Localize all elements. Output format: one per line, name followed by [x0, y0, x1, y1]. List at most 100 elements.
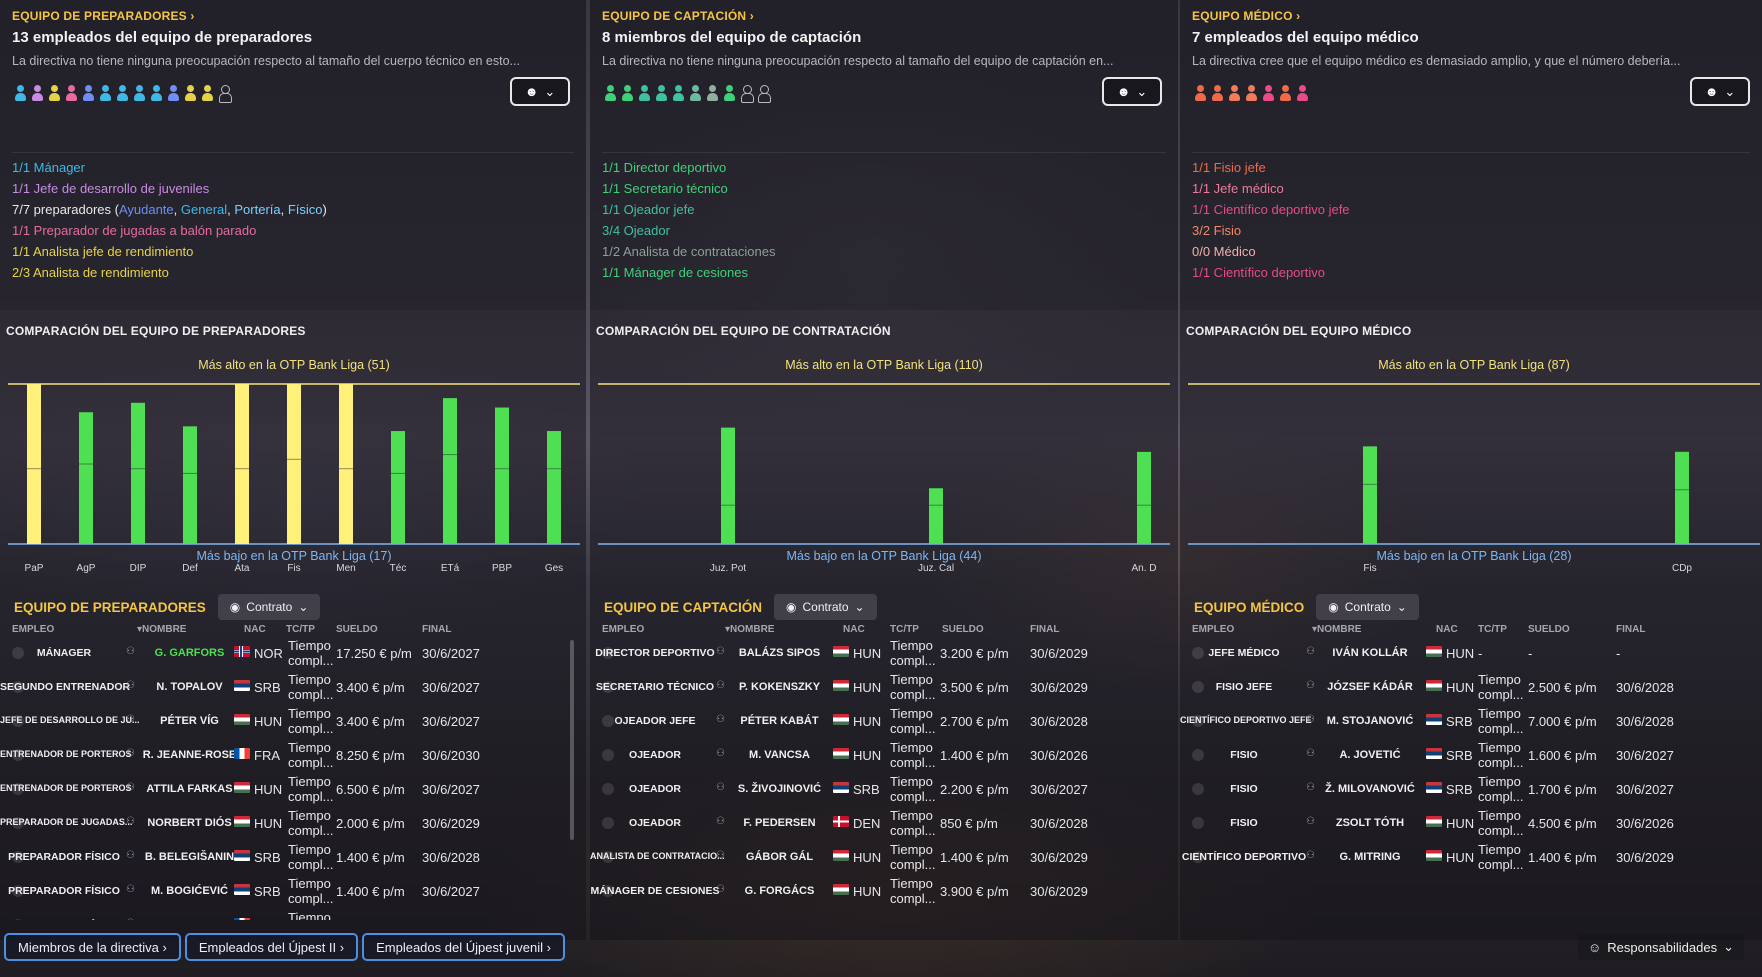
table-row[interactable]: CIENTÍFICO DEPORTIVO ⚇ G. MITRING HUN Tiempo… [1180, 840, 1762, 874]
column-header-empleo[interactable]: EMPLEO [602, 624, 644, 635]
bar-PBP[interactable] [495, 407, 509, 544]
staff-filter-button[interactable]: ☻ ⌄ [1690, 77, 1750, 106]
contract-view-dropdown[interactable]: ◉ Contrato ⌄ [774, 594, 877, 620]
contract-end-cell: 30/6/2029 [1030, 850, 1088, 865]
youth-staff-button[interactable]: Empleados del Újpest juvenil › [362, 933, 565, 961]
table-row[interactable]: SECRETARIO TÉCNICO ⚇ P. KOKENSZKY HUN Tiempo… [590, 670, 1178, 704]
name-cell[interactable]: PÉTER VÍG [142, 715, 237, 727]
name-cell[interactable]: P. KOKENSZKY [732, 681, 827, 693]
name-cell[interactable]: S. ŽIVOJINOVIĆ [732, 783, 827, 795]
column-header-final[interactable]: FINAL [1030, 624, 1059, 635]
name-cell[interactable]: M. VANCSA [732, 749, 827, 761]
name-cell[interactable]: A. JOVETIĆ [1324, 749, 1416, 761]
table-row[interactable]: DIRECTOR DEPORTIVO ⚇ BALÁZS SIPOS HUN Tiempo… [590, 636, 1178, 670]
bar-Juz. Pot[interactable] [721, 427, 735, 544]
table-row[interactable]: MÁNAGER ⚇ G. GARFORS NOR Tiempo compl... 17.2… [0, 636, 586, 670]
scrollbar[interactable] [570, 640, 574, 840]
contract-view-dropdown[interactable]: ◉ Contrato ⌄ [1316, 594, 1419, 620]
column-header-nombre[interactable]: ▾NOMBRE [1312, 624, 1361, 635]
column-header-nac[interactable]: NAC [244, 624, 266, 635]
table-row[interactable]: OJEADOR ⚇ S. ŽIVOJINOVIĆ SRB Tiempo compl...… [590, 772, 1178, 806]
name-cell[interactable]: R. JEANNE-ROSE [142, 749, 237, 761]
name-cell[interactable]: G. GARFORS [142, 647, 237, 659]
table-row[interactable]: CIENTÍFICO DEPORTIVO JEFE ⚇ M. STOJANOVIĆ S… [1180, 704, 1762, 738]
bar-ETá[interactable] [443, 398, 457, 544]
column-header-nombre[interactable]: ▾NOMBRE [137, 624, 186, 635]
name-cell[interactable]: B. BELEGIŠANIN [142, 851, 237, 863]
table-row[interactable]: PREPARADOR FÍSICO⚇ R. BOUVIER FRA Tiempo co… [0, 908, 586, 920]
name-cell[interactable]: M. STOJANOVIĆ [1324, 715, 1416, 727]
bar-An. D[interactable] [1137, 451, 1151, 544]
name-cell[interactable]: GÁBOR GÁL [732, 851, 827, 863]
bar-Fis[interactable] [287, 384, 301, 544]
name-cell[interactable]: G. MITRING [1324, 851, 1416, 863]
table-row[interactable]: OJEADOR JEFE ⚇ PÉTER KABÁT HUN Tiempo compl.… [590, 704, 1178, 738]
name-cell[interactable]: BALÁZS SIPOS [732, 647, 827, 659]
table-row[interactable]: FISIO ⚇ A. JOVETIĆ SRB Tiempo compl... 1.600 … [1180, 738, 1762, 772]
bar-Ges[interactable] [547, 431, 561, 544]
column-header-nombre[interactable]: ▾NOMBRE [725, 624, 774, 635]
column-header-sueldo[interactable]: SUELDO [1528, 624, 1570, 635]
table-row[interactable]: OJEADOR ⚇ M. VANCSA HUN Tiempo compl... 1.400… [590, 738, 1178, 772]
name-cell[interactable]: F. PEDERSEN [732, 817, 827, 829]
bar-DIP[interactable] [131, 402, 145, 544]
bar-Men[interactable] [339, 384, 353, 544]
bar-Ata[interactable] [235, 384, 249, 544]
name-cell[interactable]: ATTILA FARKAS [142, 783, 237, 795]
column-header-final[interactable]: FINAL [422, 624, 451, 635]
table-row[interactable]: OJEADOR ⚇ F. PEDERSEN DEN Tiempo compl... 850… [590, 806, 1178, 840]
name-cell[interactable]: R. BOUVIER [142, 919, 237, 920]
bar-AgP[interactable] [79, 412, 93, 544]
board-members-button[interactable]: Miembros de la directiva › [4, 933, 181, 961]
coaching-staff-link[interactable]: EQUIPO DE PREPARADORES › [12, 9, 195, 23]
name-cell[interactable]: IVÁN KOLLÁR [1324, 647, 1416, 659]
contract-view-dropdown[interactable]: ◉ Contrato ⌄ [217, 594, 321, 620]
bar-Def[interactable] [183, 426, 197, 544]
bar-CDp[interactable] [1675, 451, 1689, 544]
table-row[interactable]: JEFE MÉDICO ⚇ IVÁN KOLLÁR HUN - - - [1180, 636, 1762, 670]
scouting-staff-link[interactable]: EQUIPO DE CAPTACIÓN › [602, 9, 754, 23]
bar-PaP[interactable] [27, 384, 41, 544]
hun-flag-icon [833, 646, 849, 657]
table-row[interactable]: FISIO ⚇ ZSOLT TÓTH HUN Tiempo compl... 4.500 … [1180, 806, 1762, 840]
bar-Téc[interactable] [391, 431, 405, 544]
column-header-tctp[interactable]: TC/TP [890, 624, 919, 635]
column-header-final[interactable]: FINAL [1616, 624, 1645, 635]
medical-staff-link[interactable]: EQUIPO MÉDICO › [1192, 9, 1300, 23]
staff-member-icon [672, 85, 685, 101]
name-cell[interactable]: JÓZSEF KÁDÁR [1324, 681, 1416, 693]
column-header-tctp[interactable]: TC/TP [286, 624, 315, 635]
table-row[interactable]: PREPARADOR DE JUGADAS... ⚇ NORBERT DIÓS HUN… [0, 806, 586, 840]
bar-Fis[interactable] [1363, 446, 1377, 544]
table-row[interactable]: FISIO JEFE ⚇ JÓZSEF KÁDÁR HUN Tiempo compl..… [1180, 670, 1762, 704]
column-header-sueldo[interactable]: SUELDO [336, 624, 378, 635]
table-row[interactable]: ENTRENADOR DE PORTEROS ⚇ R. JEANNE-ROSE FRA… [0, 738, 586, 772]
column-header-tctp[interactable]: TC/TP [1478, 624, 1507, 635]
table-row[interactable]: FISIO ⚇ Ž. MILOVANOVIĆ SRB Tiempo compl... 1.… [1180, 772, 1762, 806]
table-row[interactable]: SEGUNDO ENTRENADOR ⚇ N. TOPALOV SRB Tiempo c… [0, 670, 586, 704]
name-cell[interactable]: ZSOLT TÓTH [1324, 817, 1416, 829]
name-cell[interactable]: N. TOPALOV [142, 681, 237, 693]
reserve-staff-button[interactable]: Empleados del Újpest II › [184, 933, 359, 961]
table-row[interactable]: JEFE DE DESARROLLO DE JU... ⚇ PÉTER VÍG HUN… [0, 704, 586, 738]
name-cell[interactable]: NORBERT DIÓS [142, 817, 237, 829]
column-header-nac[interactable]: NAC [843, 624, 865, 635]
bar-Juz. Cal[interactable] [929, 488, 943, 544]
table-row[interactable]: ENTRENADOR DE PORTEROS ⚇ ATTILA FARKAS HUN T… [0, 772, 586, 806]
table-row[interactable]: ANALISTA DE CONTRATACIO... ⚇ GÁBOR GÁL HUN T… [590, 840, 1178, 874]
column-header-sueldo[interactable]: SUELDO [942, 624, 984, 635]
responsibilities-dropdown[interactable]: ☺ Responsabilidades ⌄ [1577, 934, 1744, 960]
column-header-empleo[interactable]: EMPLEO [12, 624, 54, 635]
column-header-nac[interactable]: NAC [1436, 624, 1458, 635]
contract-type-cell: Tiempo compl... [890, 672, 936, 702]
table-row[interactable]: PREPARADOR FÍSICO ⚇ M. BOGIĆEVIĆ SRB Tiempo … [0, 874, 586, 908]
name-cell[interactable]: G. FORGÁCS [732, 885, 827, 897]
name-cell[interactable]: M. BOGIĆEVIĆ [142, 885, 237, 897]
name-cell[interactable]: PÉTER KABÁT [732, 715, 827, 727]
table-row[interactable]: PREPARADOR FÍSICO ⚇ B. BELEGIŠANIN SRB Tiemp… [0, 840, 586, 874]
staff-filter-button[interactable]: ☻ ⌄ [1102, 77, 1162, 106]
table-row[interactable]: MÁNAGER DE CESIONES ⚇ G. FORGÁCS HUN Tiempo … [590, 874, 1178, 908]
column-header-empleo[interactable]: EMPLEO [1192, 624, 1234, 635]
name-cell[interactable]: Ž. MILOVANOVIĆ [1324, 783, 1416, 795]
staff-filter-button[interactable]: ☻ ⌄ [510, 77, 570, 106]
